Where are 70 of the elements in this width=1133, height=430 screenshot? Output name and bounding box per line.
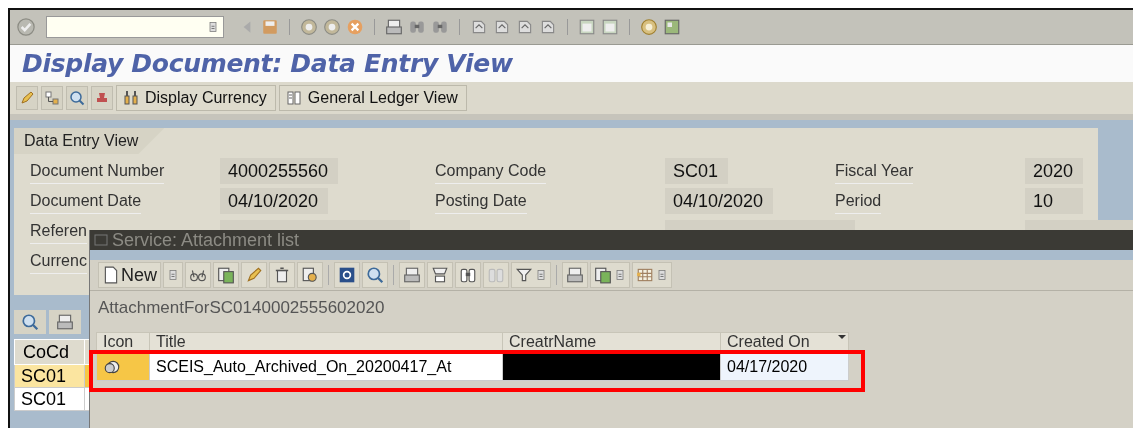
document-icon	[102, 266, 120, 284]
field-label: Company Code	[435, 158, 547, 184]
field-label: Period	[835, 188, 882, 214]
field-value: 10	[1025, 188, 1083, 214]
search-icon[interactable]	[69, 90, 85, 106]
field-label: Referen	[30, 218, 87, 244]
dropdown-icon[interactable]	[207, 21, 219, 33]
checkmark-icon[interactable]	[16, 17, 36, 37]
field-label: Posting Date	[435, 188, 527, 214]
copy-icon[interactable]	[594, 266, 612, 284]
dropdown-icon[interactable]	[167, 269, 179, 281]
column-header[interactable]: CoCd	[14, 339, 85, 365]
dialog-title: Service: Attachment list	[112, 229, 300, 251]
layout-icon[interactable]	[663, 18, 681, 36]
display-icon[interactable]	[301, 266, 319, 284]
field-value: 2020	[1025, 158, 1084, 184]
dropdown-icon[interactable]	[656, 269, 668, 281]
object-label: AttachmentForSC0140002555602020	[97, 297, 386, 319]
table-cell[interactable]: SC01	[14, 387, 85, 411]
table-cell: SCEIS_Auto_Archived_On_20200417_At	[149, 353, 503, 381]
field-value: 4000255560	[220, 158, 339, 184]
grid-icon[interactable]	[636, 266, 654, 284]
command-field[interactable]	[46, 16, 224, 38]
page-icon[interactable]	[493, 18, 511, 36]
binoculars-icon[interactable]	[431, 18, 449, 36]
field-label: Fiscal Year	[835, 158, 914, 184]
page-icon[interactable]	[516, 18, 534, 36]
cancel-icon[interactable]	[346, 18, 364, 36]
row-selector[interactable]	[96, 353, 150, 381]
window-icon[interactable]	[578, 18, 596, 36]
print-icon[interactable]	[566, 266, 584, 284]
binoculars-icon[interactable]	[459, 266, 477, 284]
table-cell: 04/17/2020	[720, 353, 849, 381]
ledger-icon	[285, 90, 302, 106]
currency-icon	[123, 90, 139, 106]
page-icon[interactable]	[539, 18, 557, 36]
filter-icon[interactable]	[515, 266, 533, 284]
print-icon[interactable]	[385, 18, 403, 36]
pencil-icon[interactable]	[19, 90, 35, 106]
field-value: 04/10/2020	[665, 188, 774, 214]
dropdown-icon[interactable]	[614, 269, 626, 281]
field-value: SC01	[665, 158, 729, 184]
binoculars-icon[interactable]	[408, 18, 426, 36]
pencil-icon[interactable]	[245, 266, 263, 284]
search-icon[interactable]	[21, 313, 39, 331]
save-icon[interactable]	[261, 18, 279, 36]
copy-icon[interactable]	[217, 266, 235, 284]
help-icon[interactable]	[640, 18, 658, 36]
delete-icon[interactable]	[273, 266, 291, 284]
window-icon[interactable]	[601, 18, 619, 36]
field-label: Document Number	[30, 158, 165, 184]
search-icon[interactable]	[366, 266, 384, 284]
field-value: 04/10/2020	[220, 188, 329, 214]
dropdown-icon[interactable]	[535, 269, 547, 281]
table-cell[interactable]: SC01	[14, 364, 85, 388]
screen-title: Display Document: Data Entry View	[22, 49, 513, 78]
circle-icon[interactable]	[323, 18, 341, 36]
field-label: Document Date	[30, 188, 142, 214]
tree-icon[interactable]	[44, 90, 60, 106]
new-button[interactable]: New	[98, 262, 161, 288]
window-icon	[94, 234, 108, 246]
display-currency-button[interactable]: Display Currency	[116, 85, 276, 111]
print-icon[interactable]	[56, 313, 74, 331]
field-label: Currenc	[30, 248, 87, 274]
refresh-icon[interactable]	[338, 266, 356, 284]
print-icon[interactable]	[403, 266, 421, 284]
circle-icon[interactable]	[300, 18, 318, 36]
attachment-icon	[103, 358, 121, 376]
ledger-view-button[interactable]: General Ledger View	[278, 85, 467, 111]
page-icon[interactable]	[470, 18, 488, 36]
